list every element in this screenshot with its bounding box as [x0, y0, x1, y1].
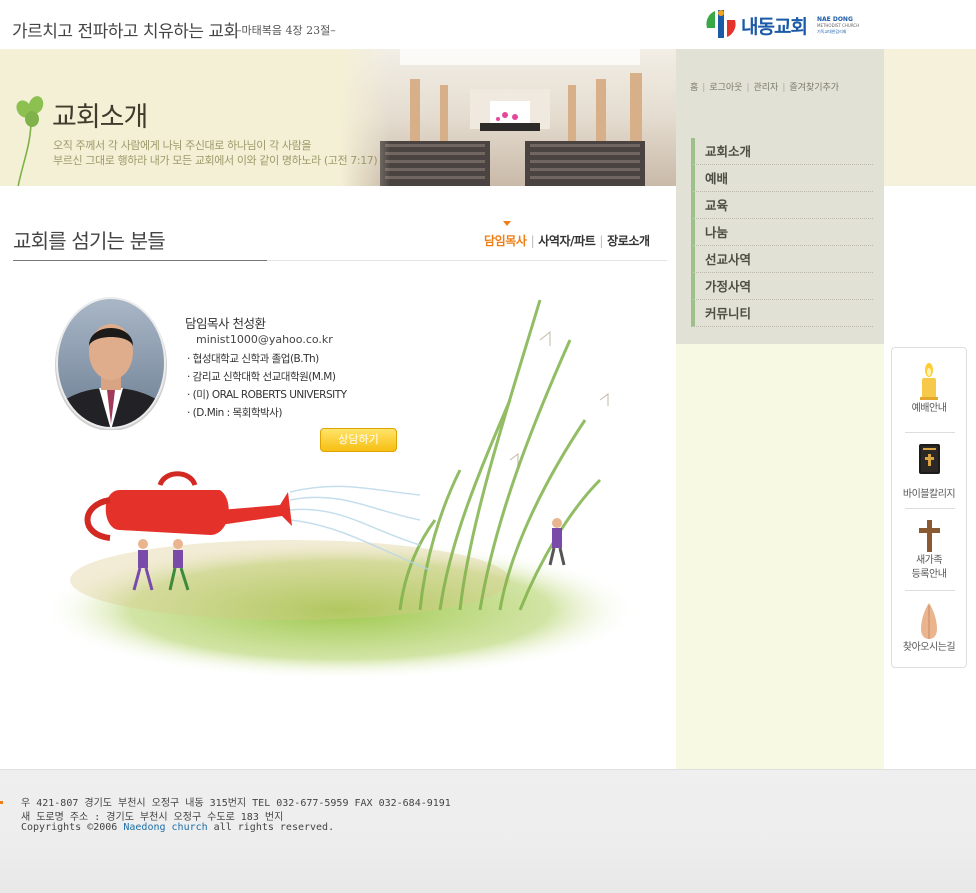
cross-icon — [919, 520, 940, 552]
page-title: 교회를 섬기는 분들 — [13, 229, 166, 253]
divider — [905, 590, 955, 591]
quick-link-bible-college[interactable]: 바이블칼리지 — [892, 442, 966, 502]
consult-button[interactable]: 상담하기 — [320, 428, 397, 452]
quick-link-worship[interactable]: 예배안내 — [892, 362, 966, 416]
title-underline — [267, 260, 667, 261]
side-menu-item-family[interactable]: 가정사역 — [691, 273, 873, 300]
footer-address: 우 421-807 경기도 부천시 오정구 내동 315번지 TEL 032-6… — [21, 798, 451, 809]
side-menu: 교회소개 예배 교육 나눔 선교사역 가정사역 커뮤니티 — [691, 138, 873, 327]
divider — [905, 432, 955, 433]
quick-link-label: 등록안내 — [911, 569, 947, 580]
pastor-credential: · (D.Min : 목회학박사) — [187, 407, 282, 419]
separator: | — [599, 234, 604, 248]
side-menu-item-about[interactable]: 교회소개 — [691, 138, 873, 165]
title-underline — [13, 260, 267, 261]
header-verse: –마태복음 4장 23절– — [236, 24, 336, 37]
banner-title: 교회소개 — [52, 102, 148, 133]
quick-link-label: 예배안내 — [911, 403, 947, 414]
pastor-credential: · 감리교 신학대학 선교대학원(M.M) — [187, 371, 336, 383]
quick-links-panel: 예배안내 바이블칼리지 새가족 등록안내 찾아오시는길 — [891, 347, 967, 668]
quick-link-directions[interactable]: 찾아오시는길 — [892, 601, 966, 655]
side-menu-item-community[interactable]: 커뮤니티 — [691, 300, 873, 327]
home-link[interactable]: 홈 — [690, 83, 698, 93]
logo-denomination: 기독교대한감리회 — [817, 29, 847, 34]
sub-tabs: 담임목사 | 사역자/파트 | 장로소개 — [484, 232, 650, 248]
bible-icon — [919, 444, 940, 474]
side-menu-item-mission[interactable]: 선교사역 — [691, 246, 873, 273]
banner-verse-line: 부르신 그대로 행하라 내가 모든 교회에서 이와 같이 명하노라 (고전 7:… — [53, 154, 378, 167]
tab-elders[interactable]: 장로소개 — [607, 234, 650, 248]
quick-link-new-family[interactable]: 새가족 등록안내 — [892, 518, 966, 582]
sanctuary-photo — [340, 49, 677, 186]
separator: | — [702, 83, 706, 93]
quick-link-label: 바이블칼리지 — [902, 489, 956, 500]
side-menu-item-worship[interactable]: 예배 — [691, 165, 873, 192]
church-logo[interactable]: 내동교회 NAE DONG METHODIST CHURCH 기독교대한감리회 — [703, 6, 863, 42]
divider — [905, 508, 955, 509]
candle-icon — [920, 363, 938, 400]
quick-link-label: 찾아오시는길 — [902, 642, 956, 653]
logo-english-subtitle: METHODIST CHURCH — [817, 23, 860, 28]
active-tab-marker-icon — [503, 221, 511, 226]
pastor-name: 담임목사 천성환 — [185, 316, 266, 331]
section-banner: 교회소개 오직 주께서 각 사람에게 나눠 주신대로 하나님이 각 사람을 부르… — [0, 49, 677, 186]
side-menu-item-sharing[interactable]: 나눔 — [691, 219, 873, 246]
copyright-suffix: all rights reserved. — [207, 822, 335, 833]
separator: | — [782, 83, 786, 93]
header-slogan: 가르치고 전파하고 치유하는 교회 — [12, 22, 239, 42]
separator: | — [530, 234, 535, 248]
copyright-brand: Naedong church — [123, 822, 208, 833]
tab-ministers[interactable]: 사역자/파트 — [538, 234, 596, 248]
quick-link-label: 새가족 — [915, 555, 943, 566]
side-menu-item-education[interactable]: 교육 — [691, 192, 873, 219]
church-logo-icon — [705, 8, 737, 40]
logout-link[interactable]: 로그아웃 — [709, 83, 742, 93]
pastor-email[interactable]: minist1000@yahoo.co.kr — [196, 333, 333, 346]
footer-copyright: Copyrights ©2006 Naedong church all righ… — [21, 822, 334, 833]
footer-road-address: 새 도로명 주소 : 경기도 부천시 오정구 수도로 183 번지 — [21, 812, 284, 823]
pastor-credential: · 협성대학교 신학과 졸업(B.Th) — [187, 353, 319, 365]
pastor-credential: · (미) ORAL ROBERTS UNIVERSITY — [187, 389, 347, 401]
separator: | — [746, 83, 750, 93]
pastor-portrait — [55, 297, 167, 430]
footer: 우 421-807 경기도 부천시 오정구 내동 315번지 TEL 032-6… — [0, 769, 976, 893]
copyright-prefix: Copyrights ©2006 — [21, 822, 124, 833]
footer-bullet — [0, 801, 3, 804]
admin-link[interactable]: 관리자 — [754, 83, 779, 93]
tab-senior-pastor[interactable]: 담임목사 — [484, 234, 527, 248]
logo-korean-name: 내동교회 — [741, 16, 808, 38]
banner-verse-line: 오직 주께서 각 사람에게 나눠 주신대로 하나님이 각 사람을 — [53, 139, 312, 152]
bookmark-link[interactable]: 즐겨찾기추가 — [789, 83, 839, 93]
clover-leaf-icon — [16, 96, 44, 186]
utility-nav: 홈 | 로그아웃 | 관리자 | 즐겨찾기추가 — [690, 80, 880, 94]
praying-hands-icon — [921, 603, 937, 639]
